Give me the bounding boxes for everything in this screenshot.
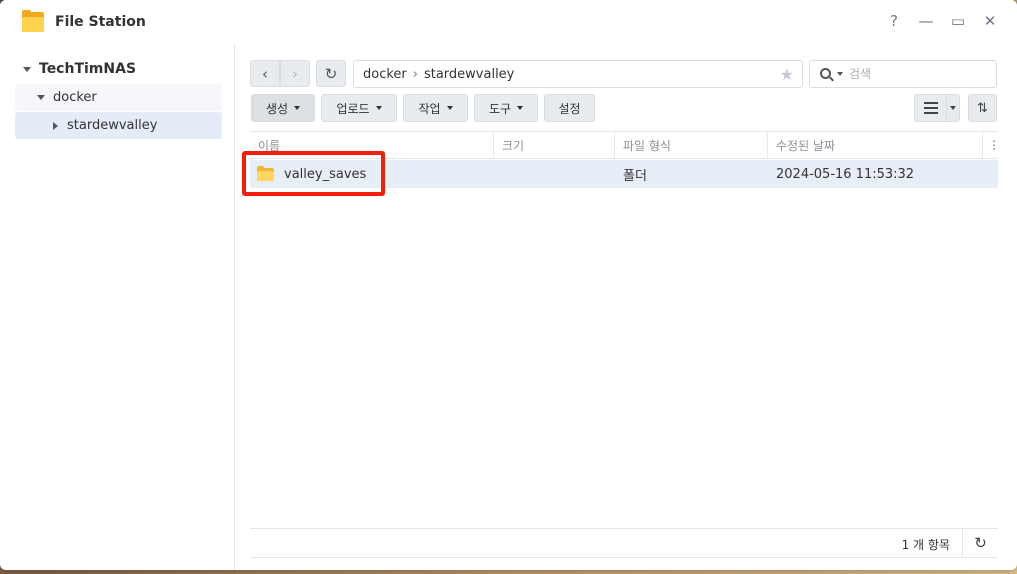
tree-item-label: stardewvalley [67,118,158,133]
dropdown-caret-icon [446,106,453,110]
caret-right-icon[interactable] [53,121,58,130]
folder-icon [257,166,274,181]
dropdown-caret-icon [294,106,301,110]
chevron-left-icon: ‹ [262,64,268,83]
path-segment-stardewvalley[interactable]: stardewvalley [424,67,514,82]
row-modified: 2024-05-16 11:53:32 [776,166,915,182]
title-bar: File Station ? — ▭ ✕ [0,0,1017,44]
list-view-icon[interactable] [915,95,947,121]
path-segment-docker[interactable]: docker [363,67,407,82]
folder-tree: TechTimNAS docker stardewvalley [0,44,235,570]
main-panel: ‹ › ↻ docker › stardewvalley ★ 생성 [250,44,1000,570]
search-options-caret-icon[interactable] [837,72,843,76]
search-input[interactable] [849,67,979,81]
sort-icon[interactable]: ⇅ [968,94,997,122]
view-mode-dropdown-icon[interactable] [947,95,959,121]
file-list: 이름 크기 파일 형식 수정된 날짜 ⋮ valley_saves 폴더 202… [250,131,1000,528]
tree-item-label: docker [53,90,97,105]
create-button[interactable]: 생성 [251,94,315,122]
dropdown-caret-icon [375,106,382,110]
window-title: File Station [55,14,146,30]
row-name-cell[interactable]: valley_saves [250,166,494,182]
toolbar: 생성 업로드 작업 도구 설정 ⇅ [250,94,998,122]
path-separator-icon: › [412,66,418,82]
path-bar[interactable]: docker › stardewvalley ★ [353,60,803,88]
star-icon[interactable]: ★ [780,65,794,84]
column-header-name[interactable]: 이름 [250,132,494,158]
maximize-icon[interactable]: ▭ [949,12,967,30]
window-controls: ? — ▭ ✕ [885,12,999,30]
caret-down-icon[interactable] [23,66,31,72]
view-mode-group [914,94,960,122]
create-label: 생성 [265,101,289,116]
tools-label: 도구 [488,101,512,116]
column-options-icon[interactable]: ⋮ [983,132,1000,158]
row-name[interactable]: valley_saves [284,167,366,182]
close-icon[interactable]: ✕ [981,12,999,30]
action-label: 작업 [418,101,441,116]
back-button[interactable]: ‹ [250,60,280,87]
refresh-icon[interactable]: ↻ [962,529,998,557]
search-icon[interactable] [820,67,834,81]
tree-item-docker[interactable]: docker [15,84,222,111]
forward-button[interactable]: › [280,60,310,87]
column-header-modified[interactable]: 수정된 날짜 [768,132,983,158]
settings-label: 설정 [558,101,581,116]
refresh-icon: ↻ [324,64,338,83]
upload-label: 업로드 [336,101,370,116]
tools-button[interactable]: 도구 [474,94,538,122]
item-count: 1 개 항목 [901,538,950,552]
row-type: 폴더 [623,168,647,184]
dropdown-caret-icon [517,106,524,110]
file-station-window: File Station ? — ▭ ✕ TechTimNAS docker s… [0,0,1017,570]
status-refresh-glyph: ↻ [974,534,987,552]
navigation-bar: ‹ › ↻ docker › stardewvalley ★ [250,60,998,88]
tree-root-techtimnas[interactable]: TechTimNAS [15,56,222,82]
tree-item-stardewvalley[interactable]: stardewvalley [15,112,222,139]
sort-glyph: ⇅ [977,100,988,116]
file-list-header: 이름 크기 파일 형식 수정된 날짜 ⋮ [250,131,1000,159]
upload-button[interactable]: 업로드 [321,94,397,122]
table-row[interactable]: valley_saves 폴더 2024-05-16 11:53:32 [250,160,998,188]
chevron-right-icon: › [292,64,298,83]
column-header-type[interactable]: 파일 형식 [615,132,768,158]
minimize-icon[interactable]: — [917,12,935,30]
settings-button[interactable]: 설정 [544,94,595,122]
column-header-size[interactable]: 크기 [494,132,615,158]
file-station-folder-icon [22,10,44,32]
refresh-button[interactable]: ↻ [316,60,346,87]
action-button[interactable]: 작업 [403,94,468,122]
caret-down-icon[interactable] [37,95,45,100]
status-bar: 1 개 항목 ↻ [250,528,998,558]
search-box[interactable] [809,60,997,88]
help-icon[interactable]: ? [885,12,903,30]
tree-root-label: TechTimNAS [39,61,137,77]
